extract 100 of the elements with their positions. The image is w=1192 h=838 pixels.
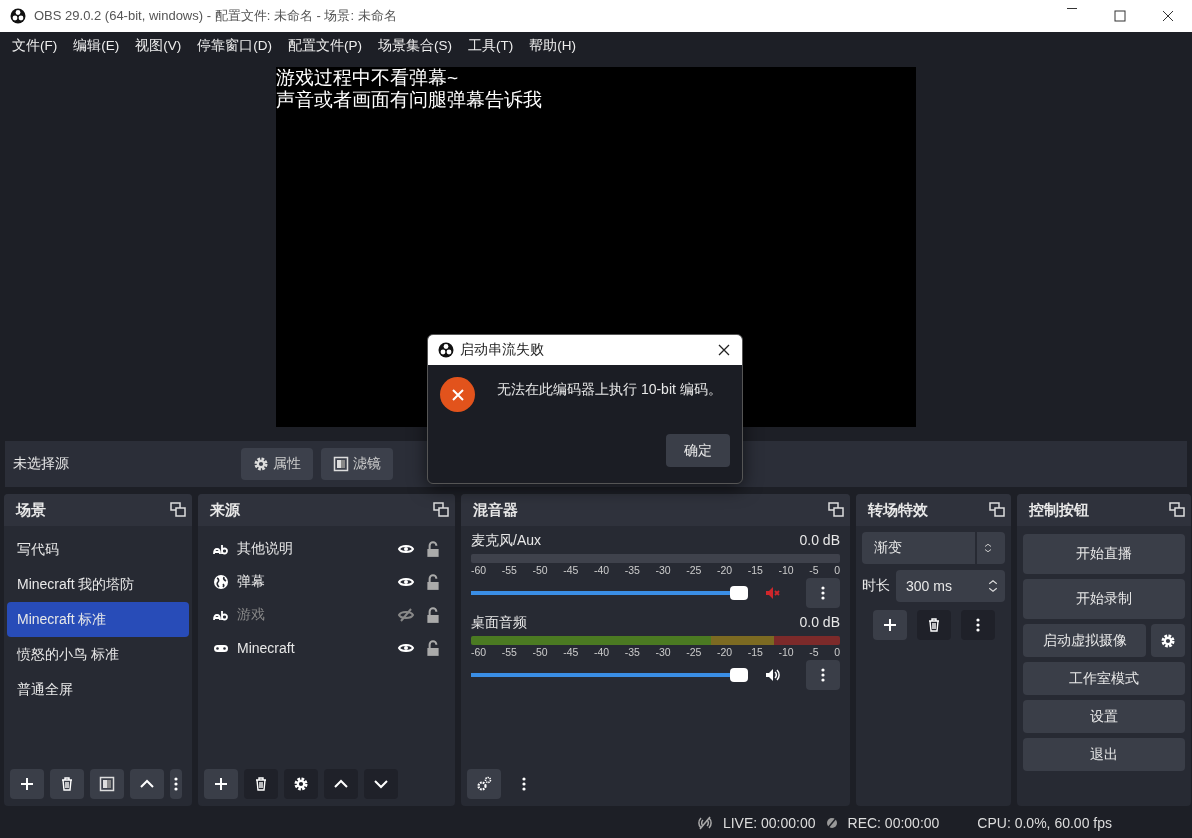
volume-reading: 0.0 dB (799, 532, 840, 550)
remove-button[interactable] (244, 769, 278, 799)
scene-item[interactable]: Minecraft 我的塔防 (7, 567, 189, 602)
float-button[interactable] (826, 500, 846, 520)
meter-scale-label: -30 (655, 564, 671, 576)
meter-scale-label: 0 (834, 564, 840, 576)
dock-title: 场景 (16, 500, 46, 520)
move-down-button[interactable] (364, 769, 398, 799)
add-button[interactable] (10, 769, 44, 799)
error-icon (440, 377, 475, 412)
meter-scale-label: -5 (809, 564, 819, 576)
plus-icon (19, 776, 35, 792)
more-icon (820, 667, 826, 683)
control-button[interactable]: 开始直播 (1023, 534, 1185, 574)
float-dock-icon (989, 502, 1005, 518)
menu-item[interactable]: 停靠窗口(D) (189, 37, 280, 55)
dock-title: 混音器 (473, 500, 518, 520)
settings-icon (1160, 632, 1176, 649)
dock-title: 转场特效 (868, 500, 928, 520)
meter-scale-label: -45 (563, 646, 579, 658)
properties-button[interactable]: 属性 (241, 448, 313, 480)
source-item[interactable]: 其他说明 (237, 539, 388, 558)
cpu-usage: CPU: 0.0%, 60.00 fps (977, 815, 1112, 831)
meter-scale-label: -55 (501, 646, 517, 658)
control-button[interactable]: 工作室模式 (1023, 662, 1185, 695)
dock-title: 控制按钮 (1029, 500, 1089, 520)
meter-scale-label: -60 (471, 564, 487, 576)
scene-item[interactable]: 愤怒的小鸟 标准 (7, 637, 189, 672)
audio-settings-button[interactable] (467, 769, 501, 799)
control-button[interactable]: 退出 (1023, 738, 1185, 771)
eye-slash-icon (396, 606, 416, 623)
meter-scale-label: -10 (778, 564, 794, 576)
more-button[interactable] (170, 769, 182, 799)
properties-button[interactable] (284, 769, 318, 799)
float-button[interactable] (168, 500, 188, 520)
float-dock-icon (1169, 502, 1185, 518)
scene-item[interactable]: 普通全屏 (7, 672, 189, 707)
settings-icon (293, 776, 309, 792)
source-item[interactable]: 弹幕 (237, 572, 388, 591)
close-icon (716, 342, 732, 358)
meter-scale-label: -20 (717, 564, 733, 576)
meter-scale-label: -10 (778, 646, 794, 658)
meter-scale-label: -5 (809, 646, 819, 658)
control-button[interactable]: 启动虚拟摄像 (1023, 624, 1146, 657)
menu-item[interactable]: 工具(T) (460, 37, 522, 55)
control-button[interactable]: 设置 (1023, 700, 1185, 733)
filters-button[interactable]: 滤镜 (321, 448, 393, 480)
control-button[interactable]: 开始录制 (1023, 579, 1185, 619)
float-dock-icon (170, 502, 186, 518)
dock-title: 来源 (210, 500, 240, 520)
preview-text: 声音或者画面有问腿弹幕告诉我 (276, 89, 543, 111)
filters-button[interactable] (90, 769, 124, 799)
move-up-button[interactable] (130, 769, 164, 799)
meter-scale-label: -40 (594, 646, 610, 658)
menu-item[interactable]: 配置文件(P) (280, 37, 370, 55)
scene-item[interactable]: Minecraft 标准 (7, 602, 189, 637)
meter-scale-label: -45 (563, 564, 579, 576)
duration-spinbox[interactable]: 300 ms (896, 570, 1005, 602)
transition-dropdown[interactable]: 渐变 (862, 532, 1005, 564)
float-button[interactable] (987, 500, 1007, 520)
float-button[interactable] (1167, 500, 1187, 520)
more-icon (820, 585, 826, 601)
meter-scale-label: -15 (747, 646, 763, 658)
meter-scale-label: -55 (501, 564, 517, 576)
preview-text: 游戏过程中不看弹幕~ (276, 67, 460, 89)
menu-item[interactable]: 编辑(E) (65, 37, 128, 55)
add-button[interactable] (872, 610, 907, 640)
speaker-icon (764, 667, 782, 683)
menu-item[interactable]: 帮助(H) (521, 37, 584, 55)
meter-scale-label: -25 (686, 646, 702, 658)
unlocked-lock-icon (424, 539, 442, 558)
window-title: OBS 29.0.2 (64-bit, windows) - 配置文件: 未命名 - 场景: 未命名 (34, 7, 397, 25)
ok-button[interactable]: 确定 (666, 434, 730, 467)
plus-icon (881, 617, 898, 633)
more-icon (521, 776, 527, 792)
source-item[interactable]: Minecraft (237, 639, 388, 656)
float-button[interactable] (431, 500, 451, 520)
add-button[interactable] (204, 769, 238, 799)
spin-arrows-icon (987, 578, 999, 594)
menu-item[interactable]: 文件(F) (4, 37, 66, 55)
minimize-icon (1067, 8, 1077, 9)
move-up-button[interactable] (324, 769, 358, 799)
meter-scale-label: -25 (686, 564, 702, 576)
no-source-label: 未选择源 (13, 455, 70, 473)
float-dock-icon (433, 502, 449, 518)
unlocked-lock-icon (424, 638, 442, 657)
scene-item[interactable]: 写代码 (7, 532, 189, 567)
settings-button[interactable] (1151, 624, 1185, 657)
duration-label: 时长 (862, 577, 890, 595)
source-item[interactable]: 游戏 (237, 605, 388, 624)
channel-name: 桌面音频 (471, 614, 527, 632)
app-logo-icon (438, 342, 454, 358)
trash-icon (253, 776, 269, 792)
remove-button[interactable] (916, 610, 951, 640)
dialog-message: 无法在此编码器上执行 10-bit 编码。 (497, 381, 722, 399)
remove-button[interactable] (50, 769, 84, 799)
menu-item[interactable]: 视图(V) (127, 37, 190, 55)
more-icon (173, 776, 179, 792)
menu-item[interactable]: 场景集合(S) (370, 37, 460, 55)
meter-scale-label: -20 (717, 646, 733, 658)
